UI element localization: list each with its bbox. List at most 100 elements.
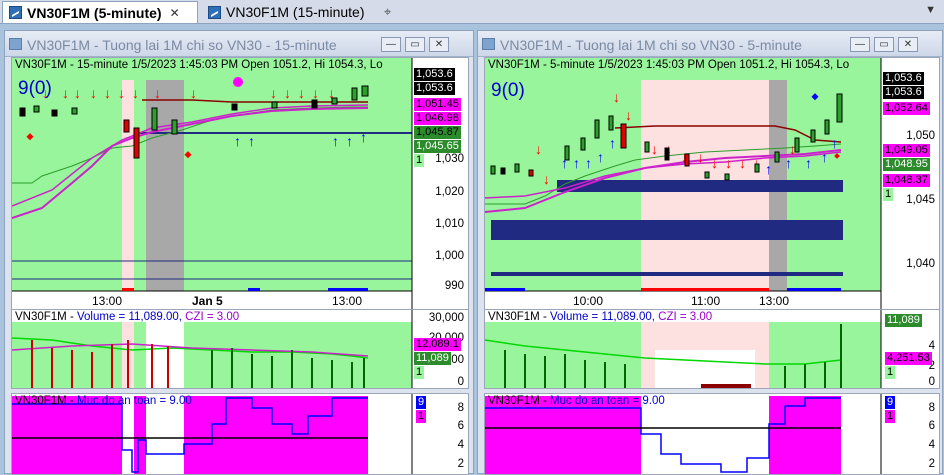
price-tag: 1,053.6 xyxy=(883,72,924,85)
svg-text:↑: ↑ xyxy=(234,133,241,149)
volume-tag: 1 xyxy=(414,366,425,379)
svg-text:↓: ↓ xyxy=(90,85,97,101)
svg-text:↓: ↓ xyxy=(312,85,319,101)
svg-text:↑: ↑ xyxy=(360,129,367,145)
volume-pane[interactable]: VN30F1M - Volume = 11,089.00, CZI = 3.00… xyxy=(484,309,940,389)
time-label: 10:00 xyxy=(573,294,604,308)
price-pane[interactable]: ↓↓↓↓ ↓↓↓↓ ↓↓↓↓↓ ↑↑↑↑ ↑↑↑↑ ↑↑ xyxy=(484,57,940,319)
svg-text:↓: ↓ xyxy=(118,85,125,101)
close-icon[interactable]: ✕ xyxy=(170,6,180,20)
svg-text:↓: ↓ xyxy=(625,107,632,123)
czi-value: CZI = 3.00 xyxy=(654,311,713,323)
safety-header: VN30F1M - Muc do an toan = 9.00 xyxy=(488,395,665,407)
time-label: 13:00 xyxy=(92,294,123,308)
svg-text:↑: ↑ xyxy=(597,149,604,165)
restore-button[interactable]: ▭ xyxy=(874,37,894,52)
price-chart: ↓ ↓ ↓ ↓ ↓ ↓ ↓ ↓ ↓ ↓ ↓ ↓ ↓ ↓ ↑ ↑ ↑ ↑ ↑ xyxy=(12,58,413,318)
svg-text:↑: ↑ xyxy=(785,155,792,171)
restore-button[interactable]: ▭ xyxy=(405,37,425,52)
window-title-bar[interactable]: VN30F1M - Tuong lai 1M chi so VN30 - 15-… xyxy=(5,31,473,57)
safety-tick: 6 xyxy=(457,420,464,432)
window-title-bar[interactable]: VN30F1M - Tuong lai 1M chi so VN30 - 5-m… xyxy=(478,31,942,57)
tab-label: VN30F1M (15-minute) xyxy=(226,4,365,20)
time-label: 13:00 xyxy=(332,294,363,308)
price-tag: 1,053.6 xyxy=(414,68,455,81)
price-tick: 1,020 xyxy=(435,186,464,198)
svg-text:↓: ↓ xyxy=(74,85,81,101)
close-button[interactable]: ✕ xyxy=(898,37,918,52)
price-tag: 1,046.98 xyxy=(414,112,461,125)
safety-pane[interactable]: VN30F1M - Muc do an toan = 9.00 8 6 4 2 … xyxy=(484,393,940,475)
safety-tag: 1 xyxy=(885,410,896,423)
svg-text:↑: ↑ xyxy=(805,155,812,171)
price-pane[interactable]: ↓ ↓ ↓ ↓ ↓ ↓ ↓ ↓ ↓ ↓ ↓ ↓ ↓ ↓ ↑ ↑ ↑ ↑ ↑ VN… xyxy=(11,57,469,319)
safety-tick: 8 xyxy=(928,402,935,414)
safety-tick: 6 xyxy=(928,420,935,432)
tab-list-dropdown-icon[interactable]: ▼ xyxy=(925,4,936,16)
svg-text:↑: ↑ xyxy=(609,135,616,151)
chart-icon xyxy=(9,6,22,19)
price-tag: 1,048.37 xyxy=(883,174,930,187)
window-title: VN30F1M - Tuong lai 1M chi so VN30 - 5-m… xyxy=(500,37,802,53)
svg-text:↑: ↑ xyxy=(573,155,580,171)
price-tag: 1 xyxy=(414,154,425,167)
svg-text:↓: ↓ xyxy=(535,141,542,157)
price-tick: 990 xyxy=(444,280,464,292)
minimize-button[interactable]: — xyxy=(381,37,401,52)
volume-tag: 11,089 xyxy=(885,314,922,327)
safety-tick: 2 xyxy=(457,458,464,470)
price-tag: 1,053.6 xyxy=(414,82,455,95)
price-tick: 1,040 xyxy=(906,258,935,270)
svg-text:↓: ↓ xyxy=(62,85,69,101)
safety-tick: 2 xyxy=(928,458,935,470)
safety-tag: 9 xyxy=(885,396,896,409)
pin-icon[interactable]: ⌖ xyxy=(384,4,391,20)
close-button[interactable]: ✕ xyxy=(429,37,449,52)
safety-pane[interactable]: VN30F1M - Muc do an toan = 9.00 8 6 4 2 … xyxy=(11,393,469,475)
safety-tag: 1 xyxy=(416,410,427,423)
chart-window-15-minute: VN30F1M - Tuong lai 1M chi so VN30 - 15-… xyxy=(4,30,474,475)
time-label: 13:00 xyxy=(759,294,790,308)
safety-value: Muc do an toan = 9.00 xyxy=(550,395,665,407)
signal-label: 9(0) xyxy=(18,78,52,99)
price-tick: 1,000 xyxy=(435,250,464,262)
price-tag: 1,045.87 xyxy=(414,126,461,139)
safety-tick: 4 xyxy=(457,439,464,451)
svg-text:↓: ↓ xyxy=(543,171,550,187)
tab-15-minute[interactable]: VN30F1M (15-minute) xyxy=(202,1,382,23)
volume-symbol: VN30F1M - xyxy=(15,311,77,323)
price-header: VN30F1M - 15-minute 1/5/2023 1:45:03 PM … xyxy=(15,59,383,71)
svg-text:↓: ↓ xyxy=(739,155,746,171)
volume-pane[interactable]: VN30F1M - Volume = 11,089.00, CZI = 3.00… xyxy=(11,309,469,389)
volume-tag: 11,089 xyxy=(414,352,451,365)
svg-text:↓: ↓ xyxy=(270,85,277,101)
volume-tag: 12,089.1 xyxy=(414,338,461,351)
signal-label: 9(0) xyxy=(491,80,525,101)
volume-value: Volume = 11,089.00, xyxy=(550,311,655,323)
svg-text:↓: ↓ xyxy=(284,85,291,101)
svg-text:↑: ↑ xyxy=(821,149,828,165)
svg-text:↓: ↓ xyxy=(154,85,161,101)
chart-icon xyxy=(208,5,221,19)
tab-label: VN30F1M (5-minute) xyxy=(27,4,162,21)
safety-symbol: VN30F1M - xyxy=(488,395,550,407)
time-label: 11:00 xyxy=(691,294,721,308)
svg-text:↑: ↑ xyxy=(346,133,353,149)
tab-5-minute[interactable]: VN30F1M (5-minute) ✕ xyxy=(2,1,198,23)
safety-symbol: VN30F1M - xyxy=(15,395,77,407)
svg-text:↓: ↓ xyxy=(725,155,732,171)
volume-header: VN30F1M - Volume = 11,089.00, CZI = 3.00 xyxy=(488,311,712,323)
price-tag: 1,051.45 xyxy=(414,98,461,111)
volume-tick: 4 xyxy=(928,340,935,352)
price-chart: ↓↓↓↓ ↓↓↓↓ ↓↓↓↓↓ ↑↑↑↑ ↑↑↑↑ ↑↑ xyxy=(485,58,882,318)
svg-text:↓: ↓ xyxy=(711,155,718,171)
svg-text:↑: ↑ xyxy=(585,155,592,171)
chart-icon xyxy=(9,38,22,50)
document-tab-bar: VN30F1M (5-minute) ✕ VN30F1M (15-minute)… xyxy=(0,0,944,24)
minimize-button[interactable]: — xyxy=(850,37,870,52)
svg-text:↓: ↓ xyxy=(651,141,658,157)
svg-text:↑: ↑ xyxy=(765,161,772,177)
volume-tick: 0 xyxy=(928,376,935,388)
window-title: VN30F1M - Tuong lai 1M chi so VN30 - 15-… xyxy=(27,37,337,53)
price-tag: 1,053.6 xyxy=(883,86,924,99)
